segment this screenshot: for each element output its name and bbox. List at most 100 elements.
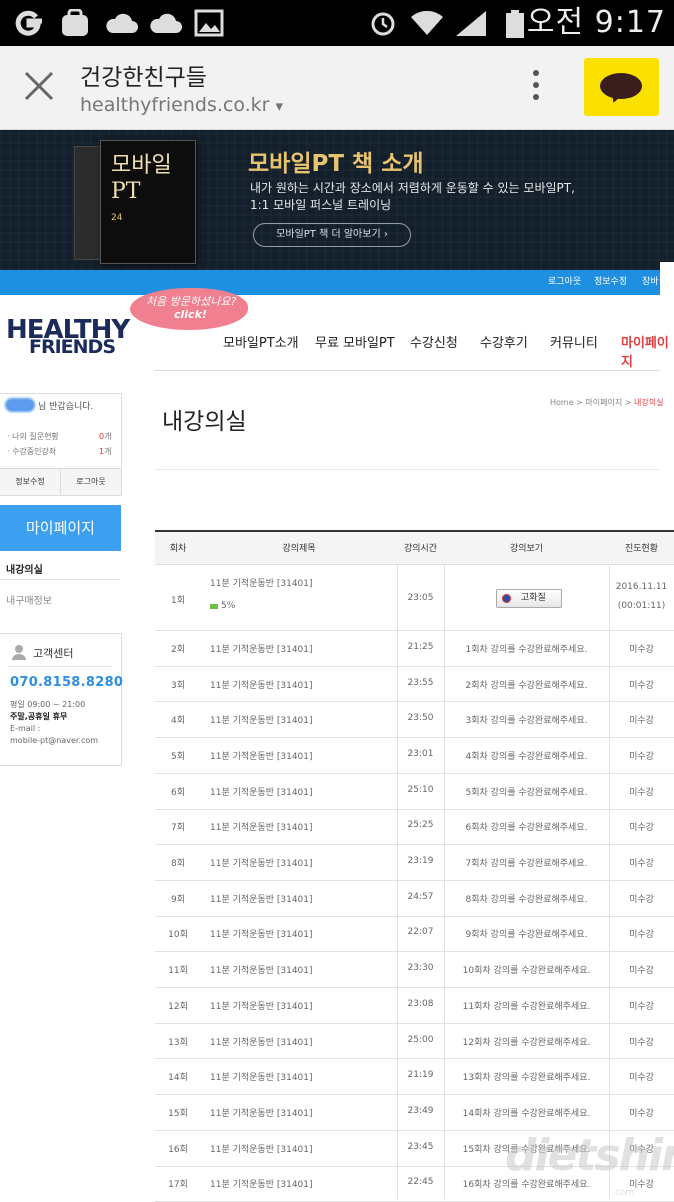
row-status: 미수강 [629, 859, 654, 869]
row-title[interactable]: 11분 기적운동반 [31401] [210, 820, 313, 833]
row-title[interactable]: 11분 기적운동반 [31401] [210, 1035, 313, 1048]
row-no: 2회 [170, 645, 185, 655]
banner-desc-line: 1:1 모바일 퍼스널 트레이닝 [250, 198, 392, 212]
cart-link[interactable]: 장바구 [642, 270, 660, 320]
nav-free-mobile-pt[interactable]: 무료 모바일PT [315, 332, 395, 351]
chevron-down-icon[interactable]: ▾ [276, 97, 284, 115]
email-address[interactable]: mobile-pt@naver.com [10, 735, 98, 747]
row-divider [155, 773, 674, 774]
nav-enroll[interactable]: 수강신청 [410, 332, 458, 351]
row-title[interactable]: 11분 기적운동반 [31401] [210, 576, 313, 589]
row-title[interactable]: 11분 기적운동반 [31401] [210, 642, 313, 655]
nav-mobile-pt-intro[interactable]: 모바일PT소개 [223, 332, 299, 351]
row-title[interactable]: 11분 기적운동반 [31401] [210, 892, 313, 905]
row-status: 미수강 [629, 1073, 654, 1083]
edit-info-button[interactable]: 정보수정 [0, 469, 61, 494]
chevron-right-icon: > [576, 398, 583, 407]
row-title[interactable]: 11분 기적운동반 [31401] [210, 713, 313, 726]
row-title[interactable]: 11분 기적운동반 [31401] [210, 856, 313, 869]
row-no: 13회 [168, 1038, 188, 1048]
row-status: 미수강 [629, 752, 654, 762]
close-icon[interactable] [20, 68, 58, 106]
row-status: 미수강 [629, 930, 654, 940]
logo-sub[interactable]: FRIENDS [29, 338, 116, 357]
book-subtitle: 24 [111, 213, 123, 223]
logout-button[interactable]: 로그아웃 [61, 469, 121, 494]
site-title: 건강한친구들 [80, 65, 207, 91]
divider [0, 579, 121, 580]
breadcrumb-mypage[interactable]: 마이페이지 [585, 398, 622, 407]
first-visit-text: 처음 방문하셨나요? [146, 295, 237, 308]
row-no: 1회 [170, 596, 185, 606]
row-no: 17회 [168, 1180, 188, 1190]
progress-bar [210, 604, 218, 609]
count-unit: 개 [104, 432, 112, 441]
nav-reviews[interactable]: 수강후기 [480, 332, 528, 351]
row-time: 23:01 [407, 749, 434, 759]
row-time: 21:19 [407, 1070, 434, 1080]
row-title[interactable]: 11분 기적운동반 [31401] [210, 678, 313, 691]
row-no: 3회 [170, 681, 185, 691]
chevron-right-icon: > [624, 398, 632, 407]
username-redacted [5, 398, 35, 412]
row-time: 23:50 [407, 713, 434, 723]
progress-duration: (00:01:11) [617, 601, 666, 611]
phone-number[interactable]: 070.8158.8280 [10, 675, 123, 690]
course-count-label: · 수강중인강좌 [7, 447, 57, 456]
row-no: 16회 [168, 1145, 188, 1155]
row-view-message: 2회차 강의를 수강완료해주세요. [465, 681, 588, 691]
row-time: 25:10 [407, 785, 434, 795]
row-divider [155, 987, 674, 988]
row-title[interactable]: 11분 기적운동반 [31401] [210, 1106, 313, 1119]
row-title[interactable]: 11분 기적운동반 [31401] [210, 1070, 313, 1083]
play-icon [502, 594, 511, 603]
customer-center-title: 고객센터 [33, 647, 74, 660]
browser-toolbar: 건강한친구들 healthyfriends.co.kr ▾ [0, 46, 674, 130]
row-title[interactable]: 11분 기적운동반 [31401] [210, 1142, 313, 1155]
sidebar-item-my-classroom[interactable]: 내강의실 [6, 561, 43, 576]
click-text: click! [174, 308, 207, 321]
row-time: 23:08 [407, 999, 434, 1009]
col-header-view: 강의보기 [509, 544, 544, 554]
row-divider [155, 1058, 674, 1059]
row-no: 4회 [170, 716, 185, 726]
nav-community[interactable]: 커뮤니티 [550, 332, 598, 351]
row-title[interactable]: 11분 기적운동반 [31401] [210, 999, 313, 1012]
breadcrumb-home[interactable]: Home [550, 398, 574, 407]
kakao-chat-button[interactable] [584, 58, 659, 116]
row-title[interactable]: 11분 기적운동반 [31401] [210, 1177, 313, 1190]
row-view-message: 3회차 강의를 수강완료해주세요. [465, 716, 588, 726]
row-no: 10회 [168, 930, 188, 940]
edit-info-link[interactable]: 정보수정 [594, 270, 627, 295]
hq-play-button[interactable]: 고화질 [496, 589, 562, 608]
row-view-message: 4회차 강의를 수강완료해주세요. [465, 752, 588, 762]
row-divider [155, 666, 674, 667]
g-app-icon [14, 9, 44, 37]
row-title[interactable]: 11분 기적운동반 [31401] [210, 927, 313, 940]
logout-link[interactable]: 로그아웃 [548, 270, 581, 295]
row-title[interactable]: 11분 기적운동반 [31401] [210, 963, 313, 976]
col-header-time: 강의시간 [403, 544, 438, 554]
cloud-icon [148, 9, 182, 37]
welcome-text: 님 반갑습니다. [38, 402, 94, 412]
row-no: 15회 [168, 1109, 188, 1119]
row-title[interactable]: 11분 기적운동반 [31401] [210, 749, 313, 762]
row-time: 25:00 [407, 1035, 434, 1045]
row-divider [155, 1023, 674, 1024]
banner-title: 모바일PT 책 소개 [248, 151, 424, 177]
sidebar-heading[interactable]: 마이페이지 [0, 505, 121, 551]
row-no: 14회 [168, 1073, 188, 1083]
row-no: 5회 [170, 752, 185, 762]
book-more-button[interactable]: 모바일PT 책 더 알아보기 › [253, 223, 411, 247]
site-url[interactable]: healthyfriends.co.kr ▾ [80, 94, 283, 116]
nav-mypage[interactable]: 마이페이지 [621, 332, 674, 370]
row-time: 23:30 [407, 963, 434, 973]
row-divider [155, 951, 674, 952]
divider [8, 666, 112, 667]
row-title[interactable]: 11분 기적운동반 [31401] [210, 785, 313, 798]
more-options-icon[interactable] [528, 70, 544, 108]
row-divider [155, 701, 674, 702]
image-icon [194, 9, 224, 37]
status-bar: 오전 9:17 [0, 0, 674, 46]
sidebar-item-my-purchases[interactable]: 내구매정보 [6, 592, 52, 607]
